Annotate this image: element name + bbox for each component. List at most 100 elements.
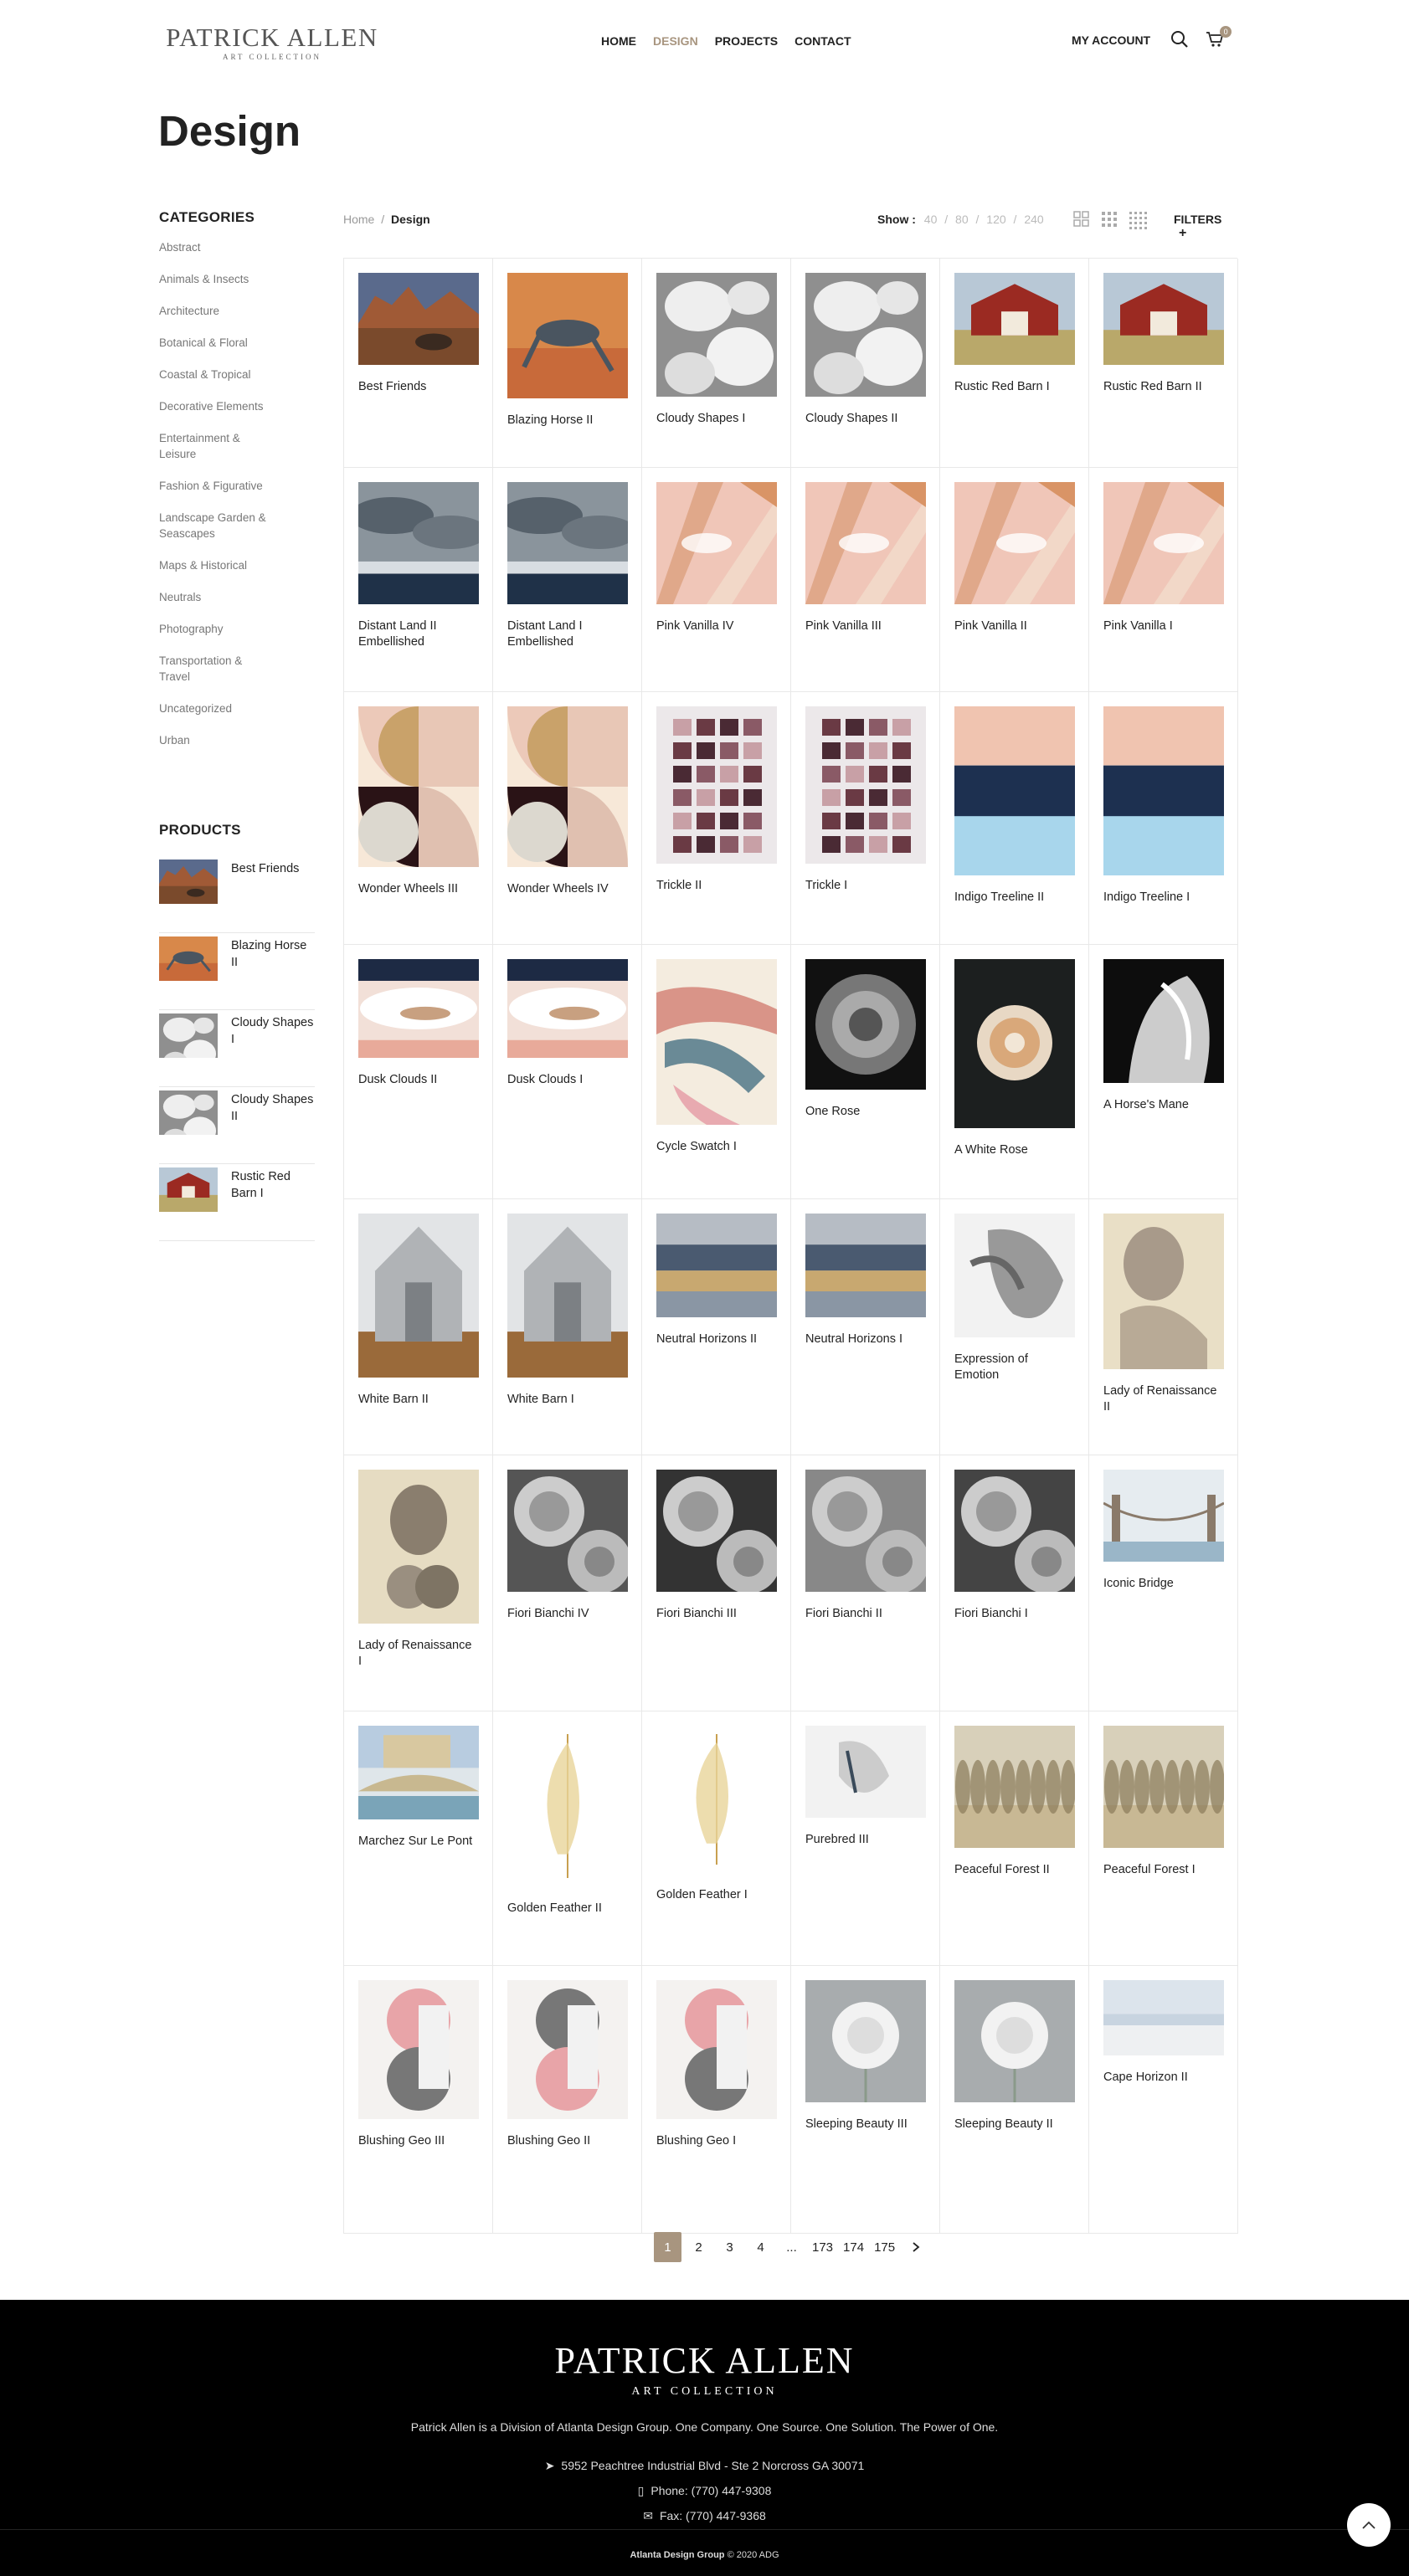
- product-card[interactable]: Golden Feather I: [642, 1711, 791, 1966]
- product-title[interactable]: Pink Vanilla I: [1103, 618, 1223, 634]
- show-option-120[interactable]: 120: [986, 213, 1005, 226]
- product-card[interactable]: Iconic Bridge: [1089, 1455, 1238, 1711]
- category-link[interactable]: Decorative Elements: [159, 398, 268, 414]
- product-image[interactable]: [656, 1214, 777, 1321]
- product-card[interactable]: Distant Land II Embellished: [344, 468, 493, 692]
- product-title[interactable]: Pink Vanilla II: [954, 618, 1074, 634]
- product-card[interactable]: Fiori Bianchi II: [791, 1455, 940, 1711]
- product-image[interactable]: [358, 1214, 479, 1382]
- sidebar-product-item[interactable]: Cloudy Shapes I: [159, 1012, 315, 1087]
- product-image[interactable]: [805, 482, 926, 608]
- footer-phone[interactable]: Phone: (770) 447-9308: [651, 2484, 771, 2497]
- category-link[interactable]: Maps & Historical: [159, 557, 268, 573]
- product-card[interactable]: Best Friends: [344, 259, 493, 468]
- product-card[interactable]: Blushing Geo III: [344, 1966, 493, 2234]
- product-title[interactable]: White Barn I: [507, 1392, 627, 1408]
- product-card[interactable]: Dusk Clouds I: [493, 945, 642, 1199]
- product-image[interactable]: [805, 959, 926, 1094]
- product-card[interactable]: Cycle Swatch I: [642, 945, 791, 1199]
- sidebar-product-item[interactable]: Blazing Horse II: [159, 935, 315, 1010]
- nav-home[interactable]: HOME: [601, 34, 636, 48]
- sidebar-product-name[interactable]: Cloudy Shapes II: [231, 1090, 315, 1163]
- product-image[interactable]: [656, 706, 777, 868]
- product-image[interactable]: [805, 1214, 926, 1321]
- product-image[interactable]: [656, 273, 777, 401]
- product-image[interactable]: [358, 1726, 479, 1824]
- sidebar-product-item[interactable]: Rustic Red Barn I: [159, 1166, 315, 1241]
- product-image[interactable]: [1103, 1470, 1224, 1566]
- sidebar-product-item[interactable]: Cloudy Shapes II: [159, 1089, 315, 1164]
- product-title[interactable]: Lady of Renaissance I: [358, 1638, 478, 1670]
- show-option-80[interactable]: 80: [955, 213, 969, 226]
- grid-3-icon[interactable]: [1101, 211, 1118, 233]
- product-image[interactable]: [1103, 959, 1224, 1087]
- product-card[interactable]: Fiori Bianchi III: [642, 1455, 791, 1711]
- product-card[interactable]: Trickle I: [791, 692, 940, 945]
- product-image[interactable]: [656, 959, 777, 1129]
- product-card[interactable]: Expression of Emotion: [940, 1199, 1089, 1455]
- sidebar-product-item[interactable]: Best Friends: [159, 858, 315, 933]
- product-title[interactable]: Wonder Wheels III: [358, 881, 478, 897]
- product-title[interactable]: Dusk Clouds I: [507, 1072, 627, 1088]
- product-card[interactable]: Rustic Red Barn I: [940, 259, 1089, 468]
- category-link[interactable]: Botanical & Floral: [159, 335, 268, 351]
- product-title[interactable]: Fiori Bianchi I: [954, 1606, 1074, 1622]
- product-title[interactable]: Peaceful Forest I: [1103, 1862, 1223, 1878]
- page-number[interactable]: 3: [716, 2232, 743, 2262]
- product-card[interactable]: Wonder Wheels III: [344, 692, 493, 945]
- product-title[interactable]: Best Friends: [358, 379, 478, 395]
- product-card[interactable]: Peaceful Forest I: [1089, 1711, 1238, 1966]
- product-image[interactable]: [805, 273, 926, 401]
- product-card[interactable]: Indigo Treeline II: [940, 692, 1089, 945]
- category-link[interactable]: Animals & Insects: [159, 271, 268, 287]
- product-title[interactable]: Pink Vanilla III: [805, 618, 925, 634]
- product-title[interactable]: A White Rose: [954, 1142, 1074, 1158]
- product-title[interactable]: Blushing Geo I: [656, 2133, 776, 2149]
- nav-contact[interactable]: CONTACT: [794, 34, 851, 48]
- product-title[interactable]: Sleeping Beauty II: [954, 2117, 1074, 2132]
- product-image[interactable]: [507, 273, 628, 403]
- product-title[interactable]: Distant Land II Embellished: [358, 618, 478, 650]
- cart-icon[interactable]: 0: [1206, 26, 1232, 50]
- product-title[interactable]: A Horse's Mane: [1103, 1097, 1223, 1113]
- page-number[interactable]: 173: [809, 2232, 836, 2262]
- category-link[interactable]: Coastal & Tropical: [159, 367, 268, 382]
- product-card[interactable]: A White Rose: [940, 945, 1089, 1199]
- product-card[interactable]: Blushing Geo I: [642, 1966, 791, 2234]
- product-card[interactable]: Sleeping Beauty III: [791, 1966, 940, 2234]
- product-card[interactable]: Cloudy Shapes II: [791, 259, 940, 468]
- product-title[interactable]: Sleeping Beauty III: [805, 2117, 925, 2132]
- product-card[interactable]: Golden Feather II: [493, 1711, 642, 1966]
- product-title[interactable]: Cycle Swatch I: [656, 1139, 776, 1155]
- nav-projects[interactable]: PROJECTS: [715, 34, 778, 48]
- page-number[interactable]: 175: [871, 2232, 898, 2262]
- product-image[interactable]: [805, 706, 926, 868]
- product-title[interactable]: Dusk Clouds II: [358, 1072, 478, 1088]
- page-number[interactable]: 2: [685, 2232, 712, 2262]
- product-title[interactable]: Iconic Bridge: [1103, 1576, 1223, 1592]
- product-image[interactable]: [954, 1980, 1075, 2106]
- product-card[interactable]: White Barn II: [344, 1199, 493, 1455]
- product-card[interactable]: Lady of Renaissance II: [1089, 1199, 1238, 1455]
- product-card[interactable]: Blushing Geo II: [493, 1966, 642, 2234]
- category-link[interactable]: Photography: [159, 621, 268, 637]
- product-title[interactable]: Indigo Treeline I: [1103, 890, 1223, 906]
- product-title[interactable]: Neutral Horizons II: [656, 1332, 776, 1347]
- product-thumbnail[interactable]: [159, 1090, 218, 1149]
- product-title[interactable]: White Barn II: [358, 1392, 478, 1408]
- page-number[interactable]: 4: [747, 2232, 774, 2262]
- site-logo[interactable]: PATRICK ALLEN ART COLLECTION: [159, 23, 385, 62]
- category-link[interactable]: Landscape Garden & Seascapes: [159, 510, 268, 541]
- product-card[interactable]: Pink Vanilla IV: [642, 468, 791, 692]
- next-page-button[interactable]: [902, 2232, 929, 2262]
- product-title[interactable]: Rustic Red Barn I: [954, 379, 1074, 395]
- product-image[interactable]: [1103, 273, 1224, 369]
- product-thumbnail[interactable]: [159, 860, 218, 904]
- sidebar-product-name[interactable]: Best Friends: [231, 860, 299, 932]
- product-image[interactable]: [358, 706, 479, 871]
- search-icon[interactable]: [1170, 30, 1190, 50]
- product-title[interactable]: Purebred III: [805, 1832, 925, 1848]
- product-title[interactable]: Trickle II: [656, 878, 776, 894]
- product-image[interactable]: [1103, 706, 1224, 880]
- sidebar-product-name[interactable]: Rustic Red Barn I: [231, 1167, 315, 1240]
